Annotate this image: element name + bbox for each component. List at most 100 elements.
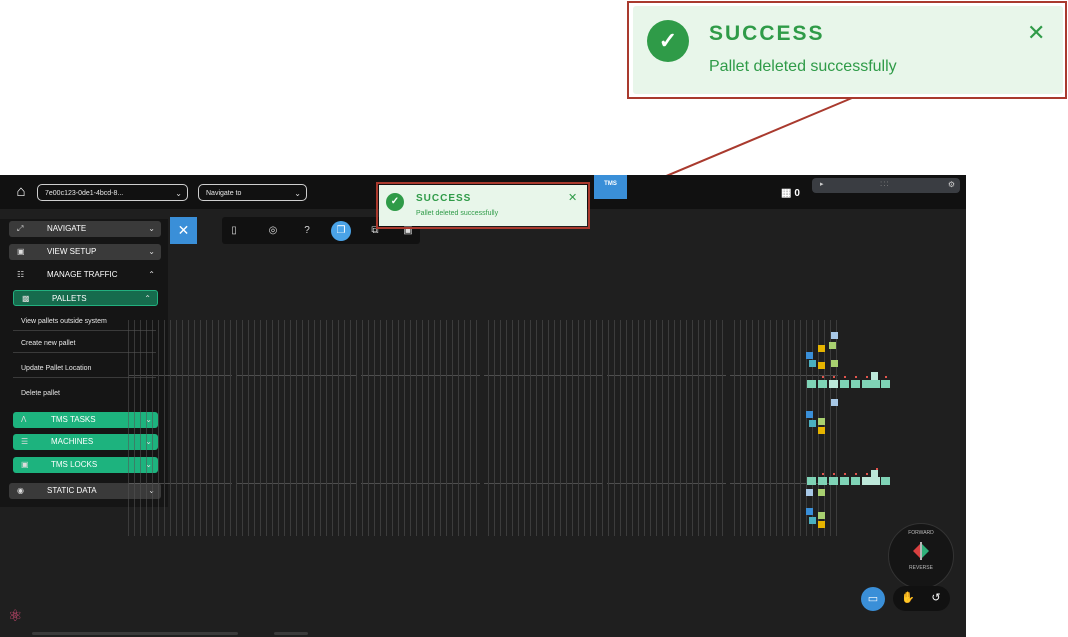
conveyor-node[interactable] [871,372,878,380]
conveyor-node[interactable] [829,380,838,388]
pallets-stack-icon: ▦ [781,187,792,199]
chevron-down-icon: ⌄ [148,247,155,256]
machine-block[interactable] [818,345,825,352]
chevron-down-icon: ⌄ [294,189,301,198]
direction-toggle-icon[interactable] [911,542,931,560]
highlight-frame [376,182,590,229]
grid-aisle [603,320,607,536]
conveyor-node[interactable] [871,380,880,388]
conveyor-node[interactable] [818,477,827,485]
sidebar-item-view-setup[interactable]: ▣ VIEW SETUP ⌄ [9,244,161,260]
chevron-down-icon: ⌄ [175,189,182,198]
layers-icon[interactable]: ❐ [331,221,351,241]
grid-aisle [480,320,484,536]
sidebar-item-label: MANAGE TRAFFIC [47,270,118,279]
conveyor-node[interactable] [862,477,871,485]
expand-arrows-icon: ⤢ [17,224,24,233]
target-icon[interactable]: ◎ [263,221,283,241]
sidebar-item-label: TMS LOCKS [51,460,98,469]
status-dot [866,473,868,475]
machine-block[interactable] [809,420,816,427]
home-icon[interactable]: ⌂ [12,183,30,201]
machine-block[interactable] [818,512,825,519]
machine-block[interactable] [831,332,838,339]
machine-block[interactable] [829,342,836,349]
conveyor-node[interactable] [818,380,827,388]
sidebar-item-label: VIEW SETUP [47,247,97,256]
status-dot [844,376,846,378]
status-dot [866,376,868,378]
conveyor-node[interactable] [871,477,880,485]
navigate-select-placeholder: Navigate to [206,190,242,197]
status-dot [822,376,824,378]
machine-block[interactable] [831,399,838,406]
conveyor-node[interactable] [807,477,816,485]
reverse-label: REVERSE [909,565,933,571]
status-dot [833,473,835,475]
settings-icon[interactable]: ⚙ [948,180,955,189]
conveyor-node[interactable] [851,380,860,388]
status-dot [885,376,887,378]
machine-block[interactable] [806,508,813,515]
navigate-select[interactable]: Navigate to ⌄ [198,184,307,201]
machine-block[interactable] [818,489,825,496]
hand-icon[interactable]: ✋ [896,586,920,610]
machine-block[interactable] [831,360,838,367]
layout-select-value: 7e00c123-0de1-4bcd-8... [45,190,124,197]
conveyor-node[interactable] [840,477,849,485]
conveyor-node[interactable] [881,380,890,388]
conveyor-node[interactable] [829,477,838,485]
direction-control[interactable]: FORWARD REVERSE [888,523,954,589]
machine-block[interactable] [806,352,813,359]
scroll-track[interactable] [32,632,238,635]
conveyor-node[interactable] [840,380,849,388]
monitor-icon[interactable]: ▭ [861,587,885,611]
play-icon[interactable]: ▸ [820,180,824,188]
hierarchy-icon: ☷ [17,270,25,279]
drag-handle-icon[interactable]: ::: [880,179,890,188]
camera-icon: ▣ [17,247,25,256]
grid-aisle [357,320,361,536]
sidebar-item-label: NAVIGATE [47,224,87,233]
machine-block[interactable] [806,411,813,418]
pallet-box-icon: ▩ [22,294,30,303]
sidebar-item-label: MACHINES [51,437,94,446]
sidebar-item-navigate[interactable]: ⤢ NAVIGATE ⌄ [9,221,161,237]
status-dot [844,473,846,475]
machine-block[interactable] [818,427,825,434]
status-dot [822,473,824,475]
status-dot [833,376,835,378]
tools-icon[interactable]: ✕ [170,217,197,244]
status-dot [855,376,857,378]
view-controls: ✋ ↺ [893,586,950,611]
highlight-frame [627,1,1067,99]
status-dot [876,468,878,470]
machine-block[interactable] [809,517,816,524]
machine-block[interactable] [818,521,825,528]
react-logo-icon: ⚛ [8,608,23,625]
conveyor-node[interactable] [862,380,871,388]
chevron-up-icon: ⌃ [148,270,155,279]
machine-block[interactable] [818,362,825,369]
pallet-counter: ▦ 0 [781,186,800,199]
layout-select[interactable]: 7e00c123-0de1-4bcd-8... ⌄ [37,184,188,201]
conveyor-node[interactable] [807,380,816,388]
machine-block[interactable] [806,489,813,496]
reset-icon[interactable]: ↺ [924,586,948,610]
machine-block[interactable] [809,360,816,367]
sidebar-item-manage-traffic[interactable]: ☷ MANAGE TRAFFIC ⌃ [9,267,161,283]
scroll-track[interactable] [274,632,308,635]
forward-label: FORWARD [908,530,934,536]
pallet-count: 0 [794,188,800,199]
app-viewport: ⌂ 7e00c123-0de1-4bcd-8... ⌄ Navigate to … [0,175,966,637]
conveyor-node[interactable] [851,477,860,485]
sidebar-item-pallets[interactable]: ▩ PALLETS ⌃ [13,290,158,306]
chevron-up-icon: ⌃ [144,294,151,303]
sidebar-item-label: PALLETS [52,294,87,303]
tms-tab[interactable]: TMS [594,175,627,199]
mini-control-panel[interactable]: ▸ ::: ⚙ [812,178,960,193]
machine-block[interactable] [818,418,825,425]
help-icon[interactable]: ? [297,221,317,241]
mouse-icon[interactable]: ▯ [224,221,244,241]
conveyor-node[interactable] [881,477,890,485]
